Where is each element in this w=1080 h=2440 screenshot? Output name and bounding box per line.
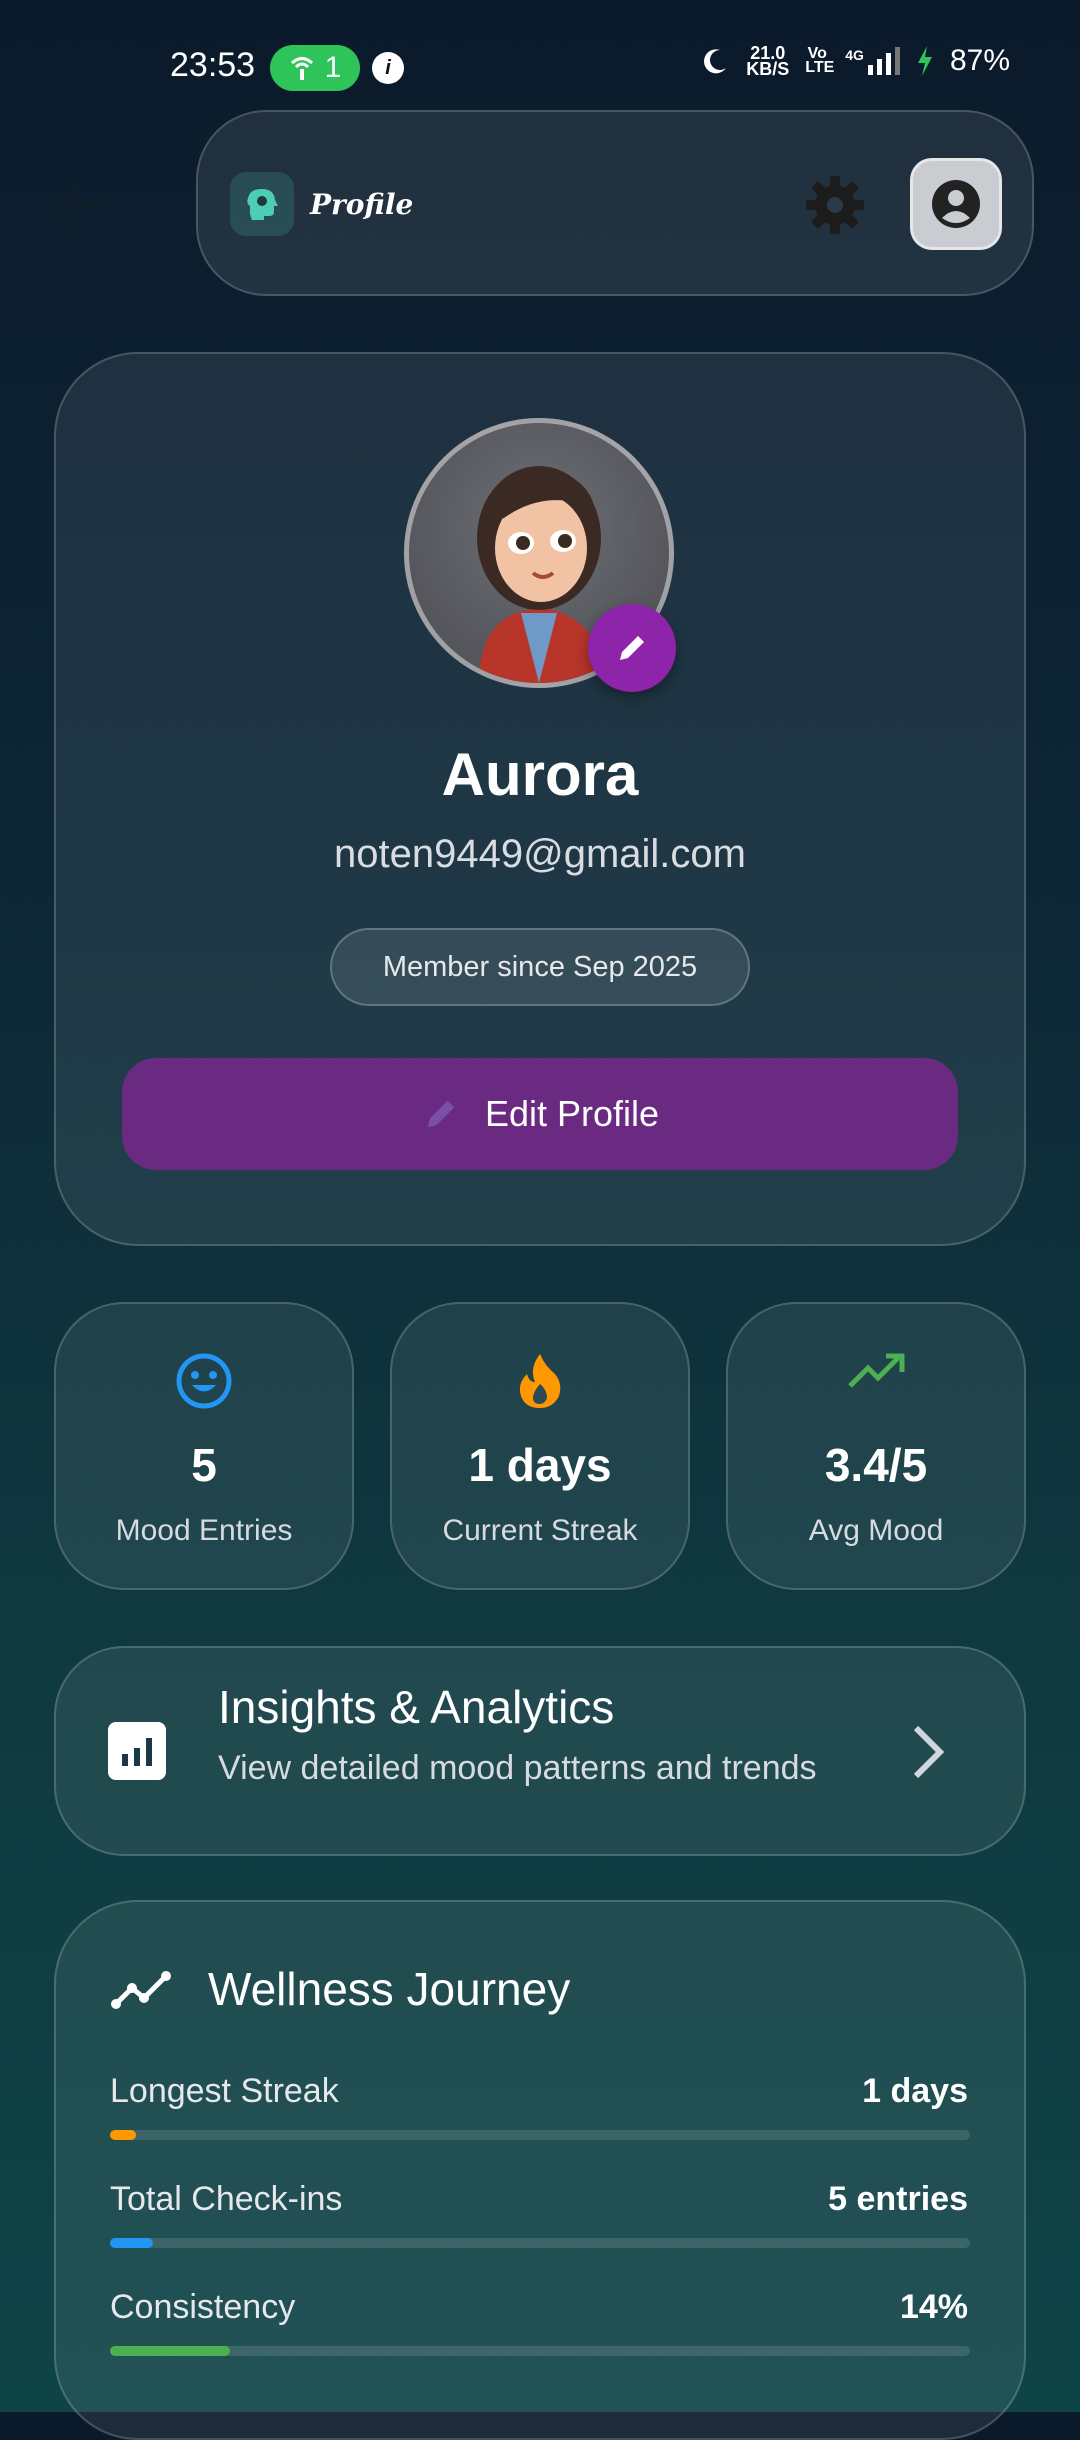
edit-photo-button[interactable]: [588, 604, 676, 692]
insights-title: Insights & Analytics: [218, 1681, 615, 1733]
battery-level: 87%: [949, 44, 1010, 77]
pencil-icon: [620, 636, 644, 660]
progress-fill: [110, 2346, 231, 2356]
account-button[interactable]: [910, 158, 1002, 250]
total-checkins-value: 5 entries: [828, 2180, 968, 2218]
chevron-right-icon: [913, 1725, 945, 1779]
stat-value: 1 days: [468, 1439, 612, 1491]
charging-icon: [917, 46, 932, 76]
gear-icon[interactable]: [800, 170, 870, 240]
consistency-progress: [110, 2346, 970, 2356]
stat-value: 5: [191, 1439, 217, 1491]
stat-card-mood-entries: 5 Mood Entries: [54, 1302, 354, 1590]
stat-label: Current Streak: [442, 1514, 638, 1547]
hotspot-count: 1: [324, 51, 342, 84]
page-title: Profile: [310, 188, 414, 221]
total-checkins-progress: [110, 2238, 970, 2248]
smiley-icon: [176, 1353, 232, 1409]
status-time: 23:53: [170, 46, 256, 84]
longest-streak-value: 1 days: [862, 2072, 968, 2110]
total-checkins-label: Total Check-ins: [110, 2180, 343, 2218]
consistency-label: Consistency: [110, 2288, 296, 2326]
edit-profile-button[interactable]: Edit Profile: [122, 1058, 958, 1170]
brain-logo-icon: [230, 172, 294, 236]
trending-up-icon: [848, 1353, 905, 1388]
insights-subtitle: View detailed mood patterns and trends: [218, 1749, 817, 1787]
analytics-icon: [108, 1722, 166, 1780]
profile-name: Aurora: [441, 741, 639, 808]
stat-label: Avg Mood: [808, 1514, 944, 1547]
fire-icon: [519, 1354, 561, 1408]
data-speed: 21.0 KB/S: [746, 43, 790, 79]
profile-email: noten9449@gmail.com: [334, 832, 746, 876]
stat-label: Mood Entries: [115, 1514, 293, 1547]
longest-streak-label: Longest Streak: [110, 2072, 339, 2110]
edit-profile-label: Edit Profile: [484, 1093, 660, 1134]
wellness-title: Wellness Journey: [208, 1963, 571, 2015]
progress-fill: [110, 2238, 153, 2248]
info-icon: i: [372, 52, 404, 84]
timeline-icon: [111, 1971, 171, 2009]
status-right: 21.0 KB/S Vo LTE 4G 87%: [700, 44, 1010, 78]
progress-fill: [110, 2130, 136, 2140]
back-arrow-icon[interactable]: [48, 180, 108, 230]
hotspot-icon: [290, 57, 313, 80]
pencil-icon: [427, 1100, 455, 1128]
longest-streak-progress: [110, 2130, 970, 2140]
stat-value: 3.4/5: [824, 1439, 928, 1491]
stat-card-avg-mood: 3.4/5 Avg Mood: [726, 1302, 1026, 1590]
moon-icon: [704, 49, 727, 74]
hotspot-indicator: 1: [270, 45, 360, 91]
consistency-value: 14%: [899, 2288, 968, 2326]
volte-indicator: Vo LTE: [805, 45, 835, 76]
account-circle-icon: [932, 180, 980, 228]
member-since-badge: Member since Sep 2025: [330, 928, 750, 1006]
signal-icon: 4G: [845, 47, 900, 75]
stat-card-current-streak: 1 days Current Streak: [390, 1302, 690, 1590]
